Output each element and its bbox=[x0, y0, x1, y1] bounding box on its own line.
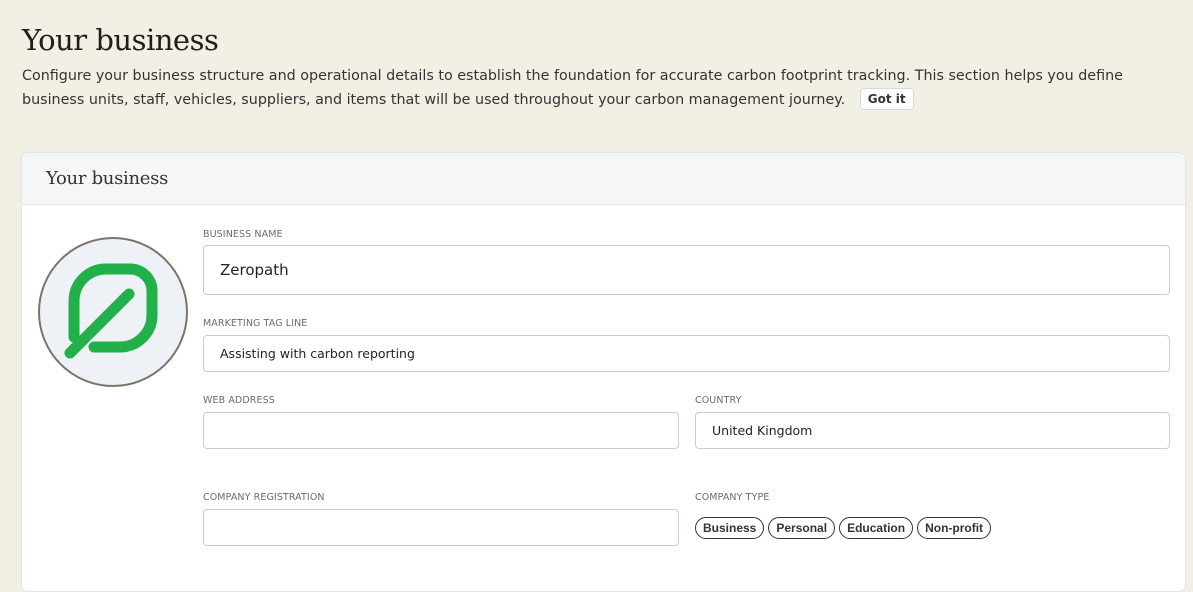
company-registration-field: COMPANY REGISTRATION bbox=[203, 492, 679, 546]
company-type-label: COMPANY TYPE bbox=[695, 492, 770, 503]
company-registration-input[interactable] bbox=[203, 509, 679, 546]
business-name-label: BUSINESS NAME bbox=[203, 229, 283, 240]
web-address-label: WEB ADDRESS bbox=[203, 395, 275, 406]
company-type-non-profit[interactable]: Non-profit bbox=[917, 517, 992, 539]
country-label: COUNTRY bbox=[695, 395, 742, 406]
company-type-options: Business Personal Education Non-profit bbox=[695, 517, 1170, 539]
card-title: Your business bbox=[46, 168, 169, 189]
company-type-personal[interactable]: Personal bbox=[768, 517, 836, 539]
web-address-field: WEB ADDRESS bbox=[203, 395, 679, 449]
business-name-input[interactable] bbox=[203, 245, 1170, 295]
got-it-button[interactable]: Got it bbox=[859, 88, 914, 110]
business-card: Your business BUSINESS NAME MARKETING TA… bbox=[21, 152, 1186, 592]
company-type-education[interactable]: Education bbox=[839, 517, 914, 539]
company-type-business[interactable]: Business bbox=[695, 517, 765, 539]
business-name-field: BUSINESS NAME bbox=[203, 229, 1170, 295]
card-header: Your business bbox=[22, 153, 1185, 205]
country-input[interactable] bbox=[695, 412, 1170, 449]
tag-line-field: MARKETING TAG LINE bbox=[203, 318, 1170, 372]
page-title: Your business bbox=[22, 23, 219, 57]
leaf-icon bbox=[64, 263, 158, 359]
page-header: Your business Configure your business st… bbox=[22, 22, 1187, 112]
company-registration-label: COMPANY REGISTRATION bbox=[203, 492, 325, 503]
tag-line-input[interactable] bbox=[203, 335, 1170, 372]
company-type-field: COMPANY TYPE Business Personal Education… bbox=[695, 492, 1170, 539]
page-description-text: Configure your business structure and op… bbox=[22, 68, 1123, 108]
country-field: COUNTRY bbox=[695, 395, 1170, 449]
business-logo[interactable] bbox=[38, 237, 188, 387]
web-address-input[interactable] bbox=[203, 412, 679, 449]
page-description: Configure your business structure and op… bbox=[22, 64, 1187, 112]
tag-line-label: MARKETING TAG LINE bbox=[203, 318, 308, 329]
